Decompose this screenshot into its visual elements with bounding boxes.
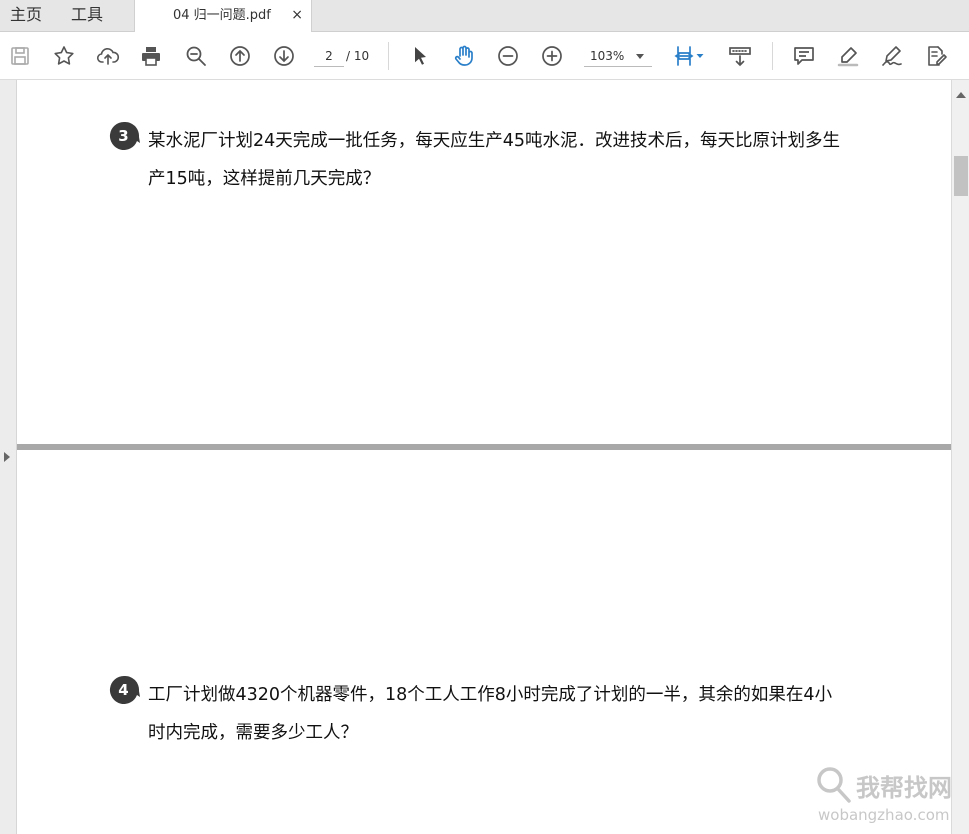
magnifier-logo-icon (817, 767, 851, 803)
page-up-icon[interactable] (226, 42, 254, 70)
watermark: 我帮找网 wobangzhao.com (814, 762, 964, 828)
scroll-up-icon[interactable] (956, 92, 966, 98)
bookmark-star-icon[interactable] (50, 42, 78, 70)
question-number: 3 (118, 127, 129, 145)
zoom-in-icon[interactable] (538, 42, 566, 70)
zoom-search-icon[interactable] (182, 42, 210, 70)
zoom-level-value: 103% (590, 49, 625, 63)
question-text: 某水泥厂计划24天完成一批任务，每天应生产45吨水泥．改进技术后，每天比原计划多… (148, 131, 841, 189)
pdf-page: 3 某水泥厂计划24天完成一批任务，每天应生产45吨水泥．改进技术后，每天比原计… (17, 80, 951, 444)
current-page-input[interactable]: 2 (314, 45, 344, 67)
tab-home[interactable]: 主页 (10, 0, 42, 32)
chevron-down-icon (636, 54, 644, 59)
zoom-level-select[interactable]: 103% (584, 45, 652, 67)
edit-pdf-icon[interactable] (922, 42, 950, 70)
toolbar-separator (772, 42, 773, 70)
total-pages-label: / 10 (346, 49, 370, 63)
print-icon[interactable] (137, 42, 165, 70)
pdf-reader-window: 主页 工具 04 归一问题.pdf × 2 / 10 103% 3 某水泥厂计划… (0, 0, 969, 834)
comment-icon[interactable] (790, 42, 818, 70)
watermark-site-url: wobangzhao.com (818, 806, 950, 824)
sign-icon[interactable] (878, 42, 906, 70)
pdf-page: 4 工厂计划做4320个机器零件，18个工人工作8小时完成了计划的一半，其余的如… (17, 450, 951, 834)
zoom-out-icon[interactable] (494, 42, 522, 70)
select-cursor-icon[interactable] (406, 42, 434, 70)
question-text: 工厂计划做4320个机器零件，18个工人工作8小时完成了计划的一半，其余的如果在… (148, 685, 833, 743)
page-display-icon[interactable] (726, 42, 754, 70)
fit-width-icon[interactable] (668, 42, 708, 70)
scrollbar-thumb[interactable] (954, 156, 968, 196)
question-number-badge: 3 (108, 121, 140, 151)
highlight-icon[interactable] (834, 42, 862, 70)
tab-tools[interactable]: 工具 (71, 0, 103, 32)
vertical-scrollbar[interactable] (951, 80, 969, 834)
side-panel-collapsed[interactable] (0, 80, 17, 834)
toolbar-separator (388, 42, 389, 70)
question-number-badge: 4 (108, 675, 140, 705)
tab-bar: 主页 工具 04 归一问题.pdf × (0, 0, 969, 33)
toolbar: 2 / 10 103% (0, 32, 969, 80)
cloud-upload-icon[interactable] (94, 42, 122, 70)
document-viewport[interactable]: 3 某水泥厂计划24天完成一批任务，每天应生产45吨水泥．改进技术后，每天比原计… (0, 80, 969, 834)
page-down-icon[interactable] (270, 42, 298, 70)
watermark-site-name: 我帮找网 (856, 774, 952, 802)
hand-tool-icon[interactable] (450, 42, 478, 70)
question-number: 4 (118, 681, 129, 699)
close-tab-icon[interactable]: × (291, 0, 303, 30)
expand-panel-icon[interactable] (4, 452, 10, 462)
document-tab-title: 04 归一问题.pdf (173, 8, 271, 23)
tab-document[interactable]: 04 归一问题.pdf × (134, 0, 312, 33)
save-icon[interactable] (6, 42, 34, 70)
